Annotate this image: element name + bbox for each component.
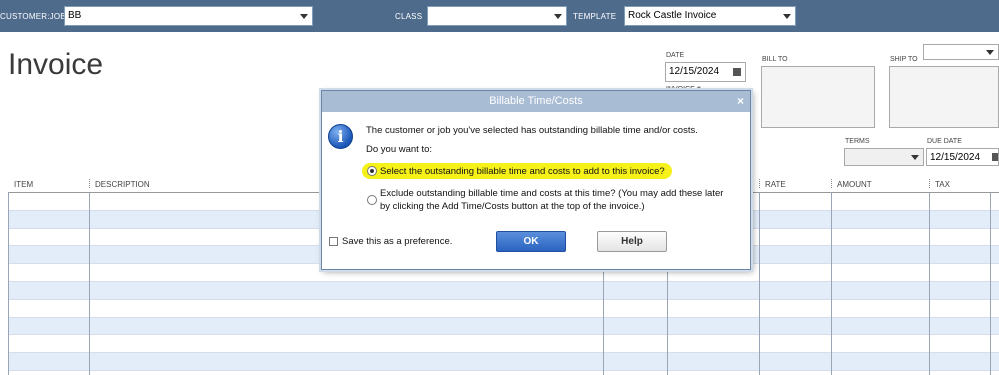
calendar-icon[interactable]	[733, 68, 741, 76]
ok-button[interactable]: OK	[496, 231, 566, 252]
close-icon[interactable]: ×	[737, 95, 744, 108]
table-column-line	[990, 192, 991, 375]
customer-job-value: BB	[68, 10, 82, 21]
chevron-down-icon	[911, 155, 919, 160]
radio-exclude-billable[interactable]	[367, 195, 377, 205]
save-preference-label[interactable]: Save this as a preference.	[342, 236, 452, 247]
column-header-tax: TAX	[935, 180, 950, 189]
template-label: TEMPLATE	[573, 12, 617, 21]
option-select-label[interactable]: Select the outstanding billable time and…	[380, 166, 665, 177]
option-exclude-label[interactable]: Exclude outstanding billable time and co…	[380, 188, 723, 199]
top-toolbar: CUSTOMER:JOB BB CLASS TEMPLATE Rock Cast…	[0, 0, 999, 32]
column-divider[interactable]	[831, 179, 832, 188]
table-column-line	[8, 192, 9, 375]
column-header-description: DESCRIPTION	[95, 180, 150, 189]
column-divider[interactable]	[759, 179, 760, 188]
customer-job-label: CUSTOMER:JOB	[0, 12, 66, 21]
dialog-title-bar[interactable]: Billable Time/Costs ×	[322, 91, 750, 112]
class-label: CLASS	[395, 12, 423, 21]
ship-to-combo[interactable]	[923, 44, 999, 60]
dialog-question: Do you want to:	[366, 144, 433, 155]
table-row[interactable]	[8, 317, 999, 336]
ship-to-label: SHIP TO	[890, 56, 918, 63]
due-date-value: 12/15/2024	[930, 152, 981, 163]
table-row[interactable]	[8, 335, 999, 354]
table-row[interactable]	[8, 353, 999, 371]
table-column-line	[831, 192, 832, 375]
save-preference-checkbox[interactable]	[329, 237, 338, 246]
due-date-label: DUE DATE	[927, 138, 962, 145]
bill-to-field[interactable]	[761, 66, 875, 128]
chevron-down-icon	[300, 14, 308, 19]
terms-label: TERMS	[845, 138, 870, 145]
table-column-line	[929, 192, 930, 375]
column-header-item: ITEM	[14, 180, 34, 189]
column-header-amount: AMOUNT	[837, 180, 872, 189]
radio-select-billable[interactable]	[367, 166, 377, 176]
date-field[interactable]: 12/15/2024	[665, 62, 746, 82]
bill-to-label: BILL TO	[762, 56, 788, 63]
dialog-message: The customer or job you've selected has …	[366, 125, 698, 136]
billable-time-costs-dialog: Billable Time/Costs × i The customer or …	[321, 90, 751, 270]
column-divider[interactable]	[89, 179, 90, 188]
due-date-field[interactable]: 12/15/2024	[926, 148, 999, 166]
date-value: 12/15/2024	[669, 66, 720, 77]
help-button[interactable]: Help	[597, 231, 667, 252]
page-title: Invoice	[8, 48, 104, 81]
table-column-line	[89, 192, 90, 375]
ship-to-field[interactable]	[889, 66, 999, 128]
customer-job-combo[interactable]: BB	[64, 6, 313, 26]
column-divider[interactable]	[929, 179, 930, 188]
class-combo[interactable]	[427, 6, 567, 26]
table-row[interactable]	[8, 299, 999, 318]
calendar-icon[interactable]	[992, 153, 998, 161]
option-exclude-label-2[interactable]: by clicking the Add Time/Costs button at…	[380, 201, 645, 212]
table-row[interactable]	[8, 281, 999, 300]
table-column-line	[759, 192, 760, 375]
column-header-rate: RATE	[765, 180, 786, 189]
info-icon: i	[328, 124, 353, 149]
terms-combo[interactable]	[844, 148, 924, 166]
template-combo[interactable]: Rock Castle Invoice	[624, 6, 796, 26]
template-value: Rock Castle Invoice	[628, 10, 717, 21]
date-label: DATE	[666, 52, 685, 59]
chevron-down-icon	[554, 14, 562, 19]
chevron-down-icon	[986, 50, 994, 55]
dialog-title: Billable Time/Costs	[489, 95, 583, 107]
chevron-down-icon	[783, 14, 791, 19]
